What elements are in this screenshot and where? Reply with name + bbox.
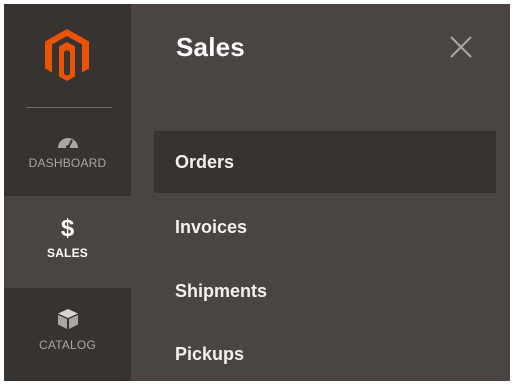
magento-logo-icon[interactable] (42, 26, 92, 84)
nav-catalog-label: CATALOG (39, 338, 96, 352)
box-icon (57, 308, 79, 330)
sidebar: DASHBOARD $ SALES CATALOG (4, 4, 131, 381)
logo-divider (26, 107, 112, 108)
panel-title: Sales (176, 32, 245, 62)
nav-dashboard[interactable]: DASHBOARD (4, 124, 131, 196)
speedometer-icon (57, 132, 79, 150)
menu-item-shipments[interactable]: Shipments (154, 260, 496, 322)
nav-dashboard-label: DASHBOARD (28, 156, 107, 170)
menu-item-pickups[interactable]: Pickups (154, 323, 496, 381)
nav-catalog[interactable]: CATALOG (4, 290, 131, 381)
menu-item-orders[interactable]: Orders (154, 131, 496, 193)
close-icon[interactable] (446, 32, 476, 62)
nav-sales[interactable]: $ SALES (4, 196, 131, 288)
menu-item-invoices[interactable]: Invoices (154, 196, 496, 258)
dollar-icon: $ (60, 215, 75, 242)
admin-menu-frame: DASHBOARD $ SALES CATALOG Sales Orders I… (4, 4, 510, 381)
nav-sales-label: SALES (46, 246, 88, 260)
